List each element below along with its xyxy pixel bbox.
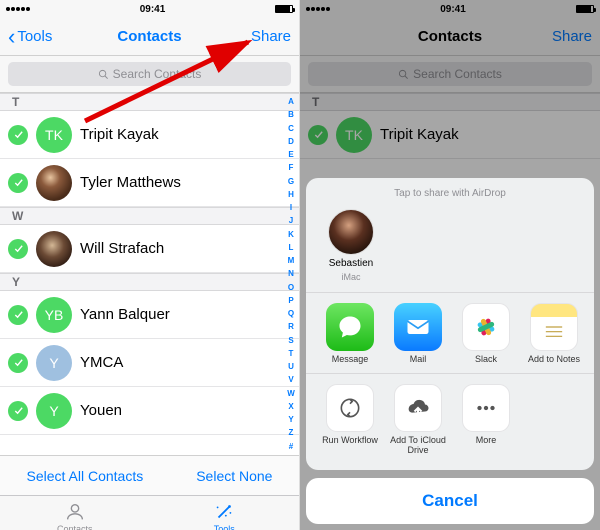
share-apps-row: Message Mail Slack Add to Notes xyxy=(306,303,594,373)
contact-name: Tyler Matthews xyxy=(80,174,181,191)
contact-row[interactable]: Y YMCA xyxy=(0,339,299,387)
tab-tools[interactable]: Tools xyxy=(150,496,300,530)
check-icon[interactable] xyxy=(8,353,28,373)
share-action-workflow[interactable]: Run Workflow xyxy=(316,384,384,456)
back-button[interactable]: ‹ Tools xyxy=(8,26,64,48)
contacts-list: T TK Tripit Kayak Tyler Matthews W Will … xyxy=(0,93,299,455)
section-header-w: W xyxy=(0,207,299,225)
wand-icon xyxy=(213,501,235,523)
contact-name: Youen xyxy=(80,402,122,419)
contact-name: Tripit Kayak xyxy=(80,126,159,143)
person-icon xyxy=(64,501,86,523)
chevron-left-icon: ‹ xyxy=(8,26,15,48)
airdrop-title: Tap to share with AirDrop xyxy=(306,188,594,199)
back-label: Tools xyxy=(17,28,52,45)
select-all-button[interactable]: Select All Contacts xyxy=(26,468,143,484)
share-actions-row: Run Workflow Add To iCloud Drive More xyxy=(306,384,594,464)
cancel-button[interactable]: Cancel xyxy=(306,478,594,524)
notes-icon xyxy=(530,303,578,351)
search-input[interactable]: Search Contacts xyxy=(8,62,291,86)
avatar: Y xyxy=(36,393,72,429)
search-placeholder: Search Contacts xyxy=(113,67,202,81)
select-none-button[interactable]: Select None xyxy=(196,468,272,484)
contact-row[interactable]: YB Yann Balquer xyxy=(0,291,299,339)
more-icon xyxy=(462,384,510,432)
contact-name: Will Strafach xyxy=(80,240,164,257)
share-app-slack[interactable]: Slack xyxy=(452,303,520,365)
avatar: TK xyxy=(36,117,72,153)
share-action-icloud[interactable]: Add To iCloud Drive xyxy=(384,384,452,456)
contact-row[interactable]: Tyler Matthews xyxy=(0,159,299,207)
share-app-mail[interactable]: Mail xyxy=(384,303,452,365)
tab-contacts[interactable]: Contacts xyxy=(0,496,150,530)
section-header-t: T xyxy=(0,93,299,111)
search-icon xyxy=(98,69,109,80)
nav-bar: ‹ Tools Contacts Share xyxy=(0,18,299,56)
check-icon[interactable] xyxy=(8,305,28,325)
avatar xyxy=(36,231,72,267)
share-action-more[interactable]: More xyxy=(452,384,520,456)
share-app-notes[interactable]: Add to Notes xyxy=(520,303,588,365)
nav-title: Contacts xyxy=(64,28,235,45)
avatar: YB xyxy=(36,297,72,333)
check-icon[interactable] xyxy=(8,173,28,193)
footer-buttons: Select All Contacts Select None xyxy=(0,455,299,495)
airdrop-target[interactable]: Sebastien iMac xyxy=(320,209,382,282)
check-icon[interactable] xyxy=(8,239,28,259)
check-icon[interactable] xyxy=(8,125,28,145)
workflow-icon xyxy=(326,384,374,432)
airdrop-avatar xyxy=(328,209,374,255)
section-header-y: Y xyxy=(0,273,299,291)
contact-name: Yann Balquer xyxy=(80,306,170,323)
contact-row[interactable]: Y Youen xyxy=(0,387,299,435)
icloud-icon xyxy=(394,384,442,432)
share-button[interactable]: Share xyxy=(235,28,291,45)
message-icon xyxy=(326,303,374,351)
index-bar[interactable]: ABCDEFGHIJKLMNOPQRSTUVWXYZ# xyxy=(285,95,297,453)
mail-icon xyxy=(394,303,442,351)
share-app-message[interactable]: Message xyxy=(316,303,384,365)
contact-name: YMCA xyxy=(80,354,123,371)
check-icon[interactable] xyxy=(8,401,28,421)
contact-row[interactable]: Will Strafach xyxy=(0,225,299,273)
contact-row[interactable]: TK Tripit Kayak xyxy=(0,111,299,159)
avatar: Y xyxy=(36,345,72,381)
tab-bar: Contacts Tools xyxy=(0,495,299,530)
avatar xyxy=(36,165,72,201)
share-sheet: Tap to share with AirDrop Sebastien iMac… xyxy=(306,178,594,524)
slack-icon xyxy=(462,303,510,351)
status-bar: 09:41 xyxy=(0,0,299,18)
phone-right: 09:41 Contacts Share Search Contacts T T… xyxy=(300,0,600,530)
status-time: 09:41 xyxy=(140,4,166,15)
phone-left: 09:41 ‹ Tools Contacts Share Search Cont… xyxy=(0,0,300,530)
